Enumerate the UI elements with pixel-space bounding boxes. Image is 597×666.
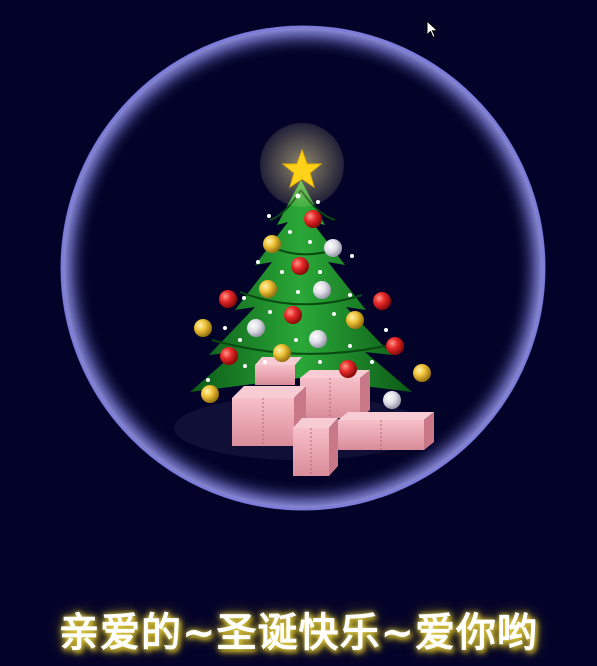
ornament-gold: [263, 235, 281, 253]
ornament-red: [220, 347, 238, 365]
ornament-gold: [259, 280, 277, 298]
ornament-red: [291, 257, 309, 275]
gift-box: [300, 370, 370, 418]
ornament-white: [324, 239, 342, 257]
ornament-red: [284, 306, 302, 324]
ornament-gold: [201, 385, 219, 403]
ornament-gold: [273, 344, 291, 362]
ornament-white: [383, 391, 401, 409]
ornament-white: [309, 330, 327, 348]
ornament-gold: [346, 311, 364, 329]
ornament-red: [373, 292, 391, 310]
ornament-red: [219, 290, 237, 308]
mouse-pointer-icon: [426, 20, 439, 39]
gift-box: [338, 412, 434, 450]
snow-globe-scene: [60, 25, 546, 511]
ornament-gold: [413, 364, 431, 382]
gift-box: [293, 418, 338, 476]
ornament-white: [313, 281, 331, 299]
ornament-red: [304, 210, 322, 228]
ornament-red: [386, 337, 404, 355]
greeting-text: 亲爱的~圣诞快乐~爱你哟: [58, 610, 539, 656]
ornament-red: [339, 360, 357, 378]
ornament-white: [247, 319, 265, 337]
ornament-gold: [194, 319, 212, 337]
